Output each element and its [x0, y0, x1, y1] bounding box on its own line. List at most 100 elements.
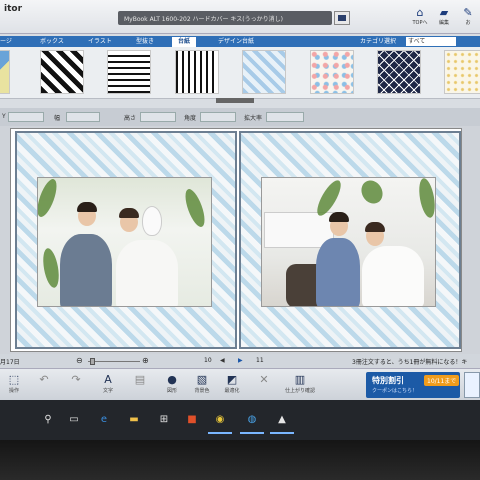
photo-left[interactable]	[37, 177, 212, 307]
tab-design-mount[interactable]: デザイン台紙	[218, 37, 254, 47]
left-page[interactable]	[15, 131, 237, 349]
file-explorer-icon[interactable]: ▬	[126, 412, 142, 428]
prev-page-icon[interactable]: ◀	[220, 357, 225, 364]
home-icon: ⌂	[416, 6, 424, 19]
tool-undo[interactable]: ↶	[30, 373, 58, 387]
app-window: itor MyBook ALT 1600-202 ハードカバー キス(うっかり消…	[0, 0, 480, 440]
height-label: 高さ	[124, 115, 137, 122]
top-button-edit[interactable]: ▰ 編集	[434, 6, 454, 26]
special-discount-banner[interactable]: 特別割引 クーポンはこちら！ 10/11まで	[366, 372, 460, 398]
tool-shape[interactable]: ● 図形	[158, 373, 186, 394]
y-field[interactable]	[8, 112, 44, 122]
groom-figure	[60, 234, 112, 306]
document-menu-button[interactable]	[334, 11, 350, 25]
width-field[interactable]	[66, 112, 100, 122]
tool-select[interactable]: ⬚ 操作	[0, 373, 28, 394]
undo-icon: ↶	[39, 373, 49, 386]
monitor-bezel	[0, 440, 480, 480]
top-button-home[interactable]: ⌂ TOPへ	[410, 6, 430, 26]
tool-redo[interactable]: ↷	[62, 373, 90, 387]
pattern-strip	[0, 47, 480, 99]
next-page-icon[interactable]: ▶	[238, 357, 243, 364]
tool-background[interactable]: ▧ 背景色	[188, 373, 216, 394]
foliage	[38, 178, 61, 220]
edge-icon[interactable]: e	[96, 412, 112, 428]
app-logo: itor	[4, 4, 23, 14]
page-right-number: 11	[256, 357, 264, 364]
pattern-swatch[interactable]	[175, 50, 219, 94]
strip-collapse-handle[interactable]	[216, 98, 254, 103]
pattern-swatch[interactable]	[310, 50, 354, 94]
tab-page[interactable]: ージ	[0, 37, 12, 47]
tab-box[interactable]: ボックス	[40, 37, 64, 47]
store-icon[interactable]: ⊞	[156, 412, 172, 428]
tool-label: 図形	[166, 388, 177, 394]
rabbit-mask	[142, 206, 162, 236]
pattern-swatch[interactable]	[242, 50, 286, 94]
tool-label: 背景色	[194, 388, 210, 394]
document-name-field[interactable]: MyBook ALT 1600-202 ハードカバー キス(うっかり消し)	[118, 11, 332, 25]
promo-notice[interactable]: 3冊注文すると、うち1冊が無料になる！キ	[352, 357, 467, 366]
tool-text[interactable]: A 文字	[94, 373, 122, 394]
pattern-swatch[interactable]	[444, 50, 480, 94]
bride-figure	[362, 246, 424, 306]
office-icon[interactable]: ■	[184, 412, 200, 428]
tool-optimize[interactable]: ◩ 最適化	[218, 373, 246, 394]
right-page[interactable]	[239, 131, 461, 349]
page-spread	[10, 128, 462, 352]
width-label: 幅	[54, 115, 61, 122]
tool-preview[interactable]: ▥ 仕上がり確認	[282, 373, 318, 394]
pattern-swatch[interactable]	[40, 50, 84, 94]
redo-icon: ↷	[71, 373, 81, 386]
zoom-knob[interactable]	[90, 358, 95, 365]
groom-hair	[329, 212, 349, 222]
tool-label: 操作	[8, 388, 19, 394]
cursor-icon: ⬚	[8, 373, 20, 386]
date-text: 月17日	[0, 359, 20, 366]
photos-icon[interactable]: ▲	[270, 412, 294, 434]
pattern-swatch[interactable]	[107, 50, 151, 94]
zoom-in-icon[interactable]: ⊕	[142, 356, 149, 365]
category-select[interactable]: すべて	[406, 37, 456, 46]
sale-side-button[interactable]	[464, 372, 480, 398]
top-button-pen[interactable]: ✎ お	[458, 6, 478, 26]
foliage	[40, 247, 62, 289]
task-view-icon[interactable]: ▭	[66, 412, 82, 428]
category-select-label: カテゴリ選択	[360, 38, 397, 45]
top-button-label: お	[465, 20, 471, 26]
photo-editor-icon[interactable]: ◍	[240, 412, 264, 434]
angle-field[interactable]	[200, 112, 236, 122]
shape-icon: ●	[167, 373, 177, 386]
angle-label: 角度	[184, 115, 197, 122]
category-tabs: ージ ボックス イラスト 型抜き 台紙 デザイン台紙 カテゴリ選択 すべて	[0, 36, 480, 47]
tab-illustration[interactable]: イラスト	[88, 37, 112, 47]
tab-mount[interactable]: 台紙	[172, 37, 197, 47]
tool-image[interactable]: ▤	[126, 373, 154, 387]
delete-icon: ✕	[259, 373, 269, 386]
image-icon: ▤	[134, 373, 146, 386]
optimize-icon: ◩	[226, 373, 238, 386]
title-bar: itor MyBook ALT 1600-202 ハードカバー キス(うっかり消…	[0, 0, 480, 34]
status-bar: 月17日 ⊖ ⊕ 10 ◀ ▶ 11 3冊注文すると、うち1冊が無料になる！キ	[0, 354, 480, 368]
zoom-field[interactable]	[266, 112, 304, 122]
chrome-icon[interactable]: ◉	[208, 412, 232, 434]
tab-cutout[interactable]: 型抜き	[136, 37, 154, 47]
top-icons: ⌂ TOPへ ▰ 編集 ✎ お	[410, 6, 478, 26]
pattern-swatch[interactable]	[0, 50, 10, 94]
tool-delete[interactable]: ✕	[250, 373, 278, 387]
sale-title: 特別割引	[372, 376, 404, 385]
top-button-label: TOPへ	[412, 20, 428, 26]
zoom-track	[88, 361, 140, 362]
pattern-swatch[interactable]	[377, 50, 421, 94]
height-field[interactable]	[140, 112, 176, 122]
property-bar: Y 幅 高さ 角度 拡大率	[0, 108, 480, 126]
sale-badge: 10/11まで	[424, 375, 460, 386]
photo-right[interactable]	[261, 177, 436, 307]
zoom-slider[interactable]: ⊖ ⊕	[76, 356, 154, 365]
foliage	[416, 178, 435, 219]
foliage	[181, 186, 209, 230]
zoom-out-icon[interactable]: ⊖	[76, 356, 83, 365]
groom-figure	[316, 238, 360, 306]
search-icon[interactable]: ⚲	[40, 412, 56, 428]
tool-label: 仕上がり確認	[284, 388, 315, 394]
